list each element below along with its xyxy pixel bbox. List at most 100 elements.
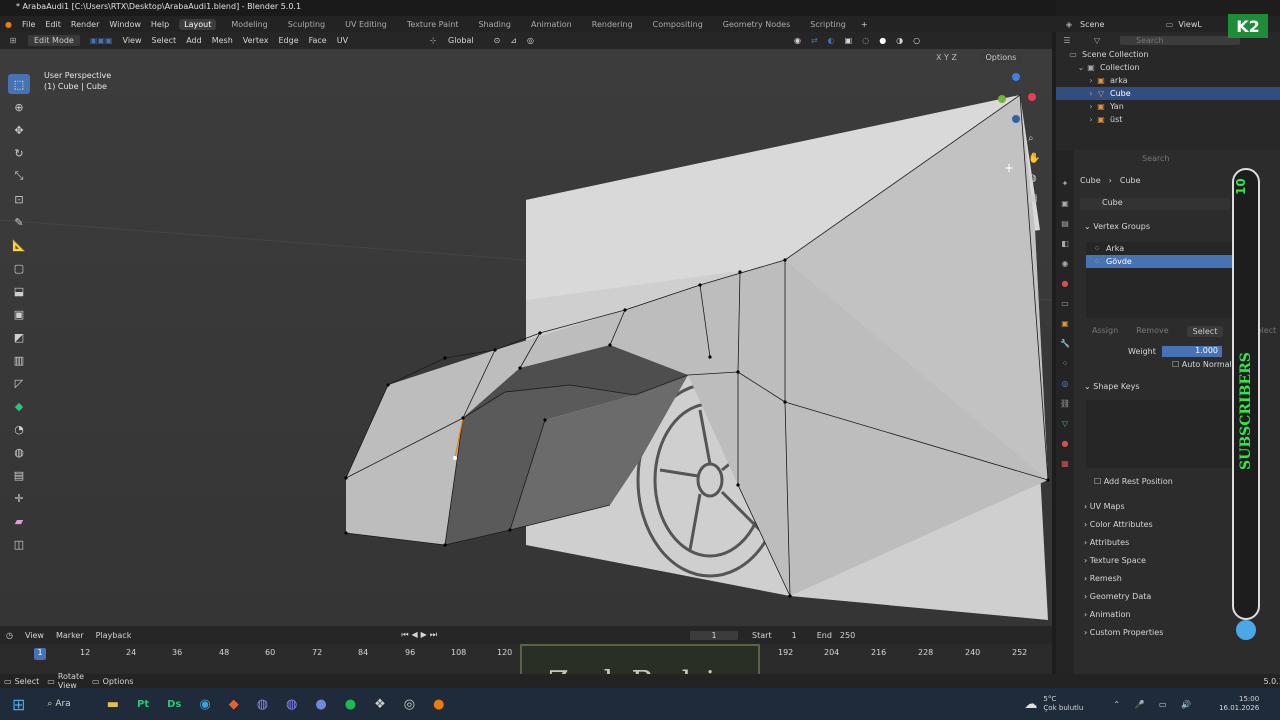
workspace-tab-texture-paint[interactable]: Texture Paint (402, 19, 464, 30)
cursor-tool-icon[interactable]: ⊕ (8, 97, 30, 117)
annotate-tool-icon[interactable]: ✎ (8, 212, 30, 232)
expand-icon[interactable]: › (1086, 115, 1096, 124)
mode-dropdown[interactable]: Edit Mode (28, 35, 80, 46)
current-frame-field[interactable]: 1 (690, 630, 739, 640)
rotate-tool-icon[interactable]: ↻ (8, 143, 30, 163)
loop-cut-tool-icon[interactable]: ▥ (8, 350, 30, 370)
end-frame-field[interactable]: 250 (840, 631, 855, 640)
windows-start-icon[interactable]: ⊞ (12, 695, 25, 714)
filter-icon[interactable]: ▽ (1092, 36, 1102, 45)
shear-tool-icon[interactable]: ▰ (8, 511, 30, 531)
move-tool-icon[interactable]: ✥ (8, 120, 30, 140)
timeline-view-menu[interactable]: View (25, 631, 44, 640)
axis-lock[interactable]: X Y Z (936, 53, 957, 62)
object-breadcrumb[interactable]: Cube (1080, 176, 1101, 185)
workspace-tab-compositing[interactable]: Compositing (648, 19, 708, 30)
panel-remesh[interactable]: › Remesh (1084, 570, 1163, 588)
y-axis-icon[interactable] (998, 95, 1006, 103)
workspace-tab-uv-editing[interactable]: UV Editing (340, 19, 392, 30)
collection-row[interactable]: ⌄ ▣ Collection (1056, 61, 1280, 74)
overlay-icon[interactable]: ◐ (828, 36, 835, 45)
smooth-tool-icon[interactable]: ◍ (8, 442, 30, 462)
proportional-edit-icon[interactable]: ◎ (527, 36, 534, 45)
select-mode-icons[interactable]: ▣▣▣ (90, 36, 113, 45)
select-menu[interactable]: Select (152, 36, 177, 45)
object-tab-icon[interactable]: ▣ (1056, 314, 1074, 334)
scale-tool-icon[interactable]: ⤡ (8, 166, 30, 186)
scene-collection-row[interactable]: ▭ Scene Collection (1056, 48, 1280, 61)
playback-controls[interactable]: ⏮◀▶⏭ (401, 630, 440, 640)
3d-viewport[interactable]: User Perspective (1) Cube | Cube ⌕ ✋ ◍ ▦… (0, 49, 1052, 626)
z-axis-icon[interactable] (1012, 73, 1020, 81)
shape-keys-header[interactable]: ⌄ Shape Keys (1084, 382, 1140, 391)
workspace-tab-sculpting[interactable]: Sculpting (283, 19, 330, 30)
panel-uv-maps[interactable]: › UV Maps (1084, 498, 1163, 516)
app-icon[interactable]: ◍ (257, 697, 268, 712)
shrink-fatten-tool-icon[interactable]: ✛ (8, 488, 30, 508)
bevel-tool-icon[interactable]: ◩ (8, 327, 30, 347)
snap-icon[interactable]: ⊿ (510, 36, 517, 45)
outliner-object-row[interactable]: › ▣ arka (1056, 74, 1280, 87)
extrude-tool-icon[interactable]: ⬓ (8, 281, 30, 301)
workspace-tab-animation[interactable]: Animation (526, 19, 577, 30)
expand-icon[interactable]: › (1086, 76, 1096, 85)
discord-icon[interactable]: ● (315, 697, 326, 712)
physics-tab-icon[interactable]: ◎ (1056, 374, 1074, 394)
spin-tool-icon[interactable]: ◔ (8, 419, 30, 439)
weight-slider[interactable]: 1.000 (1162, 346, 1222, 357)
vertex-menu[interactable]: Vertex (243, 36, 269, 45)
panel-animation[interactable]: › Animation (1084, 606, 1163, 624)
select-button[interactable]: Select (1186, 326, 1224, 337)
view-menu[interactable]: View (123, 36, 142, 45)
mesh-canvas[interactable] (0, 49, 1052, 626)
timeline-marker-menu[interactable]: Marker (56, 631, 84, 640)
tool-tab-icon[interactable]: ✦ (1056, 174, 1074, 194)
scene-name[interactable]: Scene (1080, 20, 1104, 29)
workspace-tab-rendering[interactable]: Rendering (587, 19, 638, 30)
menu-file[interactable]: File (22, 20, 35, 29)
render-tab-icon[interactable]: ▣ (1056, 194, 1074, 214)
shading-wireframe-icon[interactable]: ◌ (862, 36, 869, 45)
menu-help[interactable]: Help (151, 20, 169, 29)
pivot-icon[interactable]: ⊙ (494, 36, 501, 45)
app-ds-icon[interactable]: Ds (167, 699, 181, 710)
ortho-grid-icon[interactable]: ▦ (1028, 189, 1044, 209)
active-vertex[interactable] (453, 456, 457, 460)
measure-tool-icon[interactable]: 📐 (8, 235, 30, 255)
options-dropdown[interactable]: Options (979, 52, 1023, 63)
workspace-tab-modeling[interactable]: Modeling (226, 19, 272, 30)
blender-logo-icon[interactable]: ● (5, 20, 12, 29)
select-box-tool-icon[interactable]: ⬚ (8, 74, 30, 94)
timeline-playback-menu[interactable]: Playback (96, 631, 132, 640)
brave-browser-icon[interactable]: ◆ (229, 697, 239, 712)
remove-button[interactable]: Remove (1136, 326, 1168, 337)
menu-render[interactable]: Render (71, 20, 99, 29)
zoom-icon[interactable]: ⌕ (1028, 129, 1044, 149)
modifier-tab-icon[interactable]: 🔧 (1056, 334, 1074, 354)
rip-tool-icon[interactable]: ◫ (8, 534, 30, 554)
app-icon[interactable]: ◎ (404, 697, 415, 712)
mesh-breadcrumb[interactable]: Cube (1120, 176, 1141, 185)
expand-icon[interactable]: ⌄ (1076, 63, 1086, 72)
outliner-object-row[interactable]: › ▽ Cube (1056, 87, 1280, 100)
shading-rendered-icon[interactable]: ○ (913, 36, 920, 45)
uv-menu[interactable]: UV (337, 36, 348, 45)
taskbar-search[interactable]: ⌕ Ara (47, 699, 70, 709)
scene-tab-icon[interactable]: ◉ (1056, 254, 1074, 274)
neg-z-axis-icon[interactable] (1012, 115, 1020, 123)
outliner-editor-icon[interactable]: ☰ (1062, 36, 1072, 45)
blender-taskbar-icon[interactable]: ● (433, 697, 444, 712)
add-menu[interactable]: Add (186, 36, 202, 45)
add-cube-tool-icon[interactable]: ▢ (8, 258, 30, 278)
panel-geometry-data[interactable]: › Geometry Data (1084, 588, 1163, 606)
menu-window[interactable]: Window (109, 20, 141, 29)
knife-tool-icon[interactable]: ◸ (8, 373, 30, 393)
shading-material-icon[interactable]: ◑ (896, 36, 903, 45)
camera-view-icon[interactable]: ◍ (1028, 169, 1044, 189)
pan-hand-icon[interactable]: ✋ (1028, 149, 1044, 169)
vertex-groups-header[interactable]: ⌄ Vertex Groups (1084, 222, 1150, 231)
editor-type-icon[interactable]: ⊞ (8, 36, 18, 45)
output-tab-icon[interactable]: ▤ (1056, 214, 1074, 234)
transform-tool-icon[interactable]: ⊡ (8, 189, 30, 209)
spotify-icon[interactable]: ● (345, 697, 356, 712)
